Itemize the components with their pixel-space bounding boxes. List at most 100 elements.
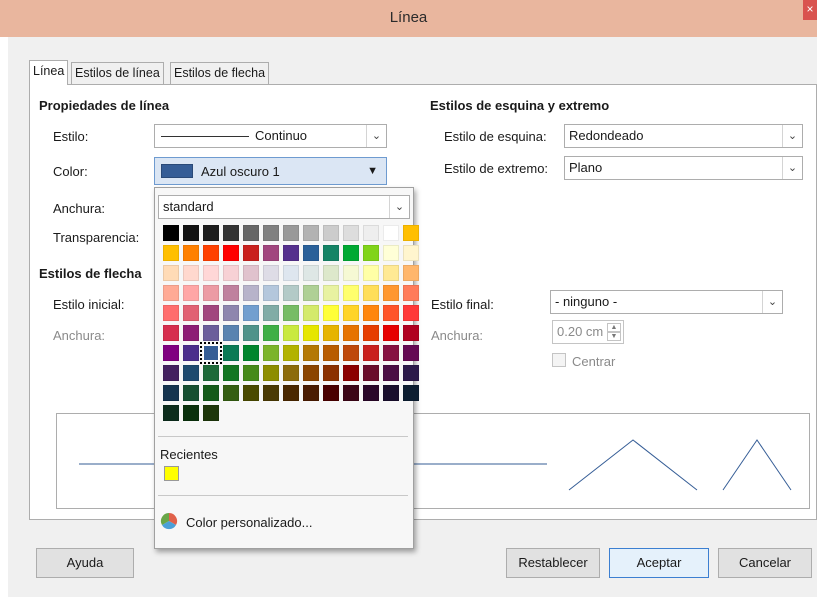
palette-color-swatch[interactable] <box>403 325 419 341</box>
palette-color-swatch[interactable] <box>263 305 279 321</box>
palette-color-swatch[interactable] <box>403 305 419 321</box>
palette-color-swatch[interactable] <box>343 285 359 301</box>
palette-color-swatch[interactable] <box>183 245 199 261</box>
cap-style-select[interactable]: Plano ⌄ <box>564 156 803 180</box>
palette-color-swatch[interactable] <box>243 385 259 401</box>
palette-color-swatch[interactable] <box>263 325 279 341</box>
palette-color-swatch[interactable] <box>203 385 219 401</box>
palette-color-swatch[interactable] <box>243 365 259 381</box>
palette-color-swatch[interactable] <box>343 365 359 381</box>
custom-color-button[interactable]: Color personalizado... <box>186 515 312 530</box>
palette-color-swatch[interactable] <box>363 365 379 381</box>
palette-color-swatch[interactable] <box>183 225 199 241</box>
palette-color-swatch[interactable] <box>343 225 359 241</box>
tab-estilos-de-linea[interactable]: Estilos de línea <box>71 62 164 85</box>
palette-color-swatch[interactable] <box>283 325 299 341</box>
tab-estilos-de-flecha[interactable]: Estilos de flecha <box>170 62 270 85</box>
palette-color-swatch[interactable] <box>243 285 259 301</box>
palette-color-swatch[interactable] <box>383 285 399 301</box>
palette-color-swatch[interactable] <box>303 245 319 261</box>
palette-color-swatch[interactable] <box>223 225 239 241</box>
palette-color-swatch[interactable] <box>183 405 199 421</box>
palette-color-swatch[interactable] <box>223 245 239 261</box>
palette-color-swatch[interactable] <box>323 305 339 321</box>
palette-color-swatch[interactable] <box>363 325 379 341</box>
palette-color-swatch[interactable] <box>203 285 219 301</box>
palette-color-swatch[interactable] <box>283 305 299 321</box>
palette-color-swatch[interactable] <box>183 305 199 321</box>
palette-color-swatch[interactable] <box>343 245 359 261</box>
palette-color-swatch[interactable] <box>303 365 319 381</box>
palette-color-swatch[interactable] <box>163 265 179 281</box>
palette-color-swatch[interactable] <box>163 225 179 241</box>
palette-color-swatch[interactable] <box>343 345 359 361</box>
palette-color-swatch[interactable] <box>183 265 199 281</box>
help-button[interactable]: Ayuda <box>36 548 134 578</box>
palette-color-swatch[interactable] <box>403 245 419 261</box>
palette-color-swatch[interactable] <box>223 345 239 361</box>
palette-color-swatch[interactable] <box>263 245 279 261</box>
reset-button[interactable]: Restablecer <box>506 548 600 578</box>
palette-color-swatch[interactable] <box>363 345 379 361</box>
palette-color-swatch[interactable] <box>323 265 339 281</box>
palette-color-swatch[interactable] <box>183 325 199 341</box>
close-icon[interactable]: × <box>803 0 817 20</box>
palette-color-swatch[interactable] <box>303 265 319 281</box>
palette-color-swatch[interactable] <box>203 245 219 261</box>
palette-color-swatch[interactable] <box>303 305 319 321</box>
palette-color-swatch[interactable] <box>203 305 219 321</box>
palette-color-swatch[interactable] <box>163 305 179 321</box>
palette-color-swatch[interactable] <box>243 265 259 281</box>
palette-color-swatch[interactable] <box>383 345 399 361</box>
palette-color-swatch[interactable] <box>323 245 339 261</box>
palette-color-swatch[interactable] <box>203 225 219 241</box>
palette-color-swatch[interactable] <box>283 285 299 301</box>
palette-color-swatch[interactable] <box>363 305 379 321</box>
spin-up-icon[interactable]: ▲ <box>607 323 621 332</box>
palette-color-swatch[interactable] <box>403 225 419 241</box>
palette-color-swatch[interactable] <box>363 265 379 281</box>
spin-down-icon[interactable]: ▼ <box>607 332 621 341</box>
palette-color-swatch[interactable] <box>403 385 419 401</box>
palette-color-swatch[interactable] <box>303 225 319 241</box>
tab-linea[interactable]: Línea <box>29 60 69 85</box>
palette-color-swatch[interactable] <box>363 285 379 301</box>
palette-color-swatch[interactable] <box>303 385 319 401</box>
palette-color-swatch[interactable] <box>323 325 339 341</box>
palette-color-swatch[interactable] <box>363 225 379 241</box>
palette-color-swatch[interactable] <box>263 345 279 361</box>
palette-select[interactable]: standard ⌄ <box>158 195 410 219</box>
palette-color-swatch[interactable] <box>203 265 219 281</box>
palette-color-swatch[interactable] <box>343 385 359 401</box>
palette-color-swatch[interactable] <box>163 405 179 421</box>
recent-color-swatch[interactable] <box>164 466 179 481</box>
palette-color-swatch[interactable] <box>263 365 279 381</box>
palette-color-swatch[interactable] <box>323 225 339 241</box>
palette-color-swatch[interactable] <box>283 245 299 261</box>
palette-color-swatch[interactable] <box>383 365 399 381</box>
palette-color-swatch[interactable] <box>183 365 199 381</box>
palette-color-swatch[interactable] <box>223 325 239 341</box>
palette-color-swatch[interactable] <box>263 285 279 301</box>
palette-color-swatch[interactable] <box>383 385 399 401</box>
palette-color-swatch[interactable] <box>283 225 299 241</box>
palette-color-swatch[interactable] <box>383 225 399 241</box>
palette-color-swatch[interactable] <box>343 265 359 281</box>
palette-color-swatch[interactable] <box>343 325 359 341</box>
palette-color-swatch[interactable] <box>283 385 299 401</box>
palette-color-swatch[interactable] <box>383 245 399 261</box>
palette-color-swatch[interactable] <box>403 285 419 301</box>
palette-color-swatch[interactable] <box>323 385 339 401</box>
palette-color-swatch[interactable] <box>383 325 399 341</box>
palette-color-swatch[interactable] <box>283 345 299 361</box>
palette-color-swatch[interactable] <box>363 245 379 261</box>
palette-color-swatch[interactable] <box>403 265 419 281</box>
center-checkbox[interactable] <box>552 353 566 367</box>
palette-color-swatch[interactable] <box>203 365 219 381</box>
palette-color-swatch[interactable] <box>323 365 339 381</box>
corner-style-select[interactable]: Redondeado ⌄ <box>564 124 803 148</box>
palette-color-swatch[interactable] <box>303 325 319 341</box>
palette-color-swatch[interactable] <box>343 305 359 321</box>
palette-color-swatch[interactable] <box>263 265 279 281</box>
palette-color-swatch[interactable] <box>223 265 239 281</box>
